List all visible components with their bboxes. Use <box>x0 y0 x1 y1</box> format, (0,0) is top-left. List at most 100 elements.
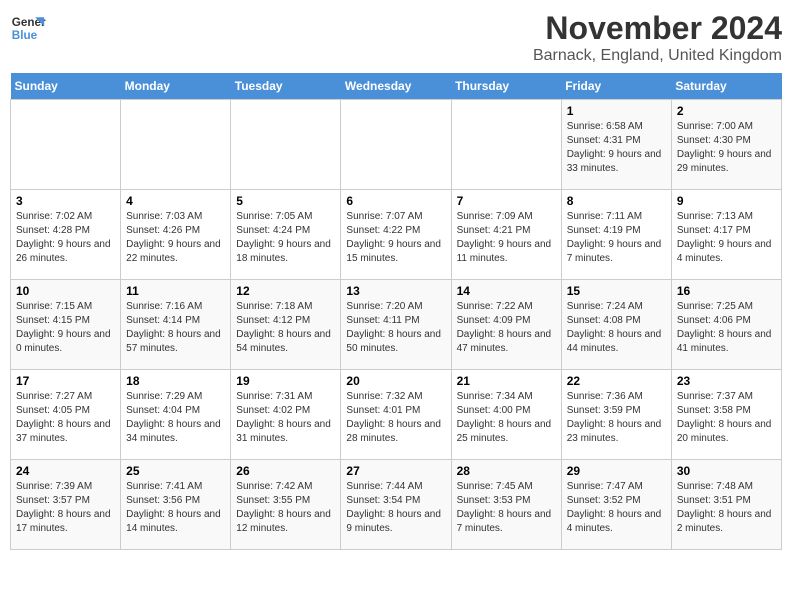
day-detail: Sunrise: 7:11 AM Sunset: 4:19 PM Dayligh… <box>567 210 666 266</box>
day-number: 30 <box>677 464 776 478</box>
title-area: November 2024 Barnack, England, United K… <box>533 10 782 65</box>
table-row: 30 Sunrise: 7:48 AM Sunset: 3:51 PM Dayli… <box>671 460 781 550</box>
calendar-week-3: 10 Sunrise: 7:15 AM Sunset: 4:15 PM Dayli… <box>11 280 782 370</box>
table-row <box>121 100 231 190</box>
day-detail: Sunrise: 7:05 AM Sunset: 4:24 PM Dayligh… <box>236 210 335 266</box>
table-row: 16 Sunrise: 7:25 AM Sunset: 4:06 PM Dayli… <box>671 280 781 370</box>
day-number: 19 <box>236 374 335 388</box>
header-wednesday: Wednesday <box>341 73 451 100</box>
table-row: 5 Sunrise: 7:05 AM Sunset: 4:24 PM Daylig… <box>231 190 341 280</box>
svg-text:Blue: Blue <box>12 29 38 42</box>
day-number: 3 <box>16 194 115 208</box>
day-detail: Sunrise: 7:07 AM Sunset: 4:22 PM Dayligh… <box>346 210 445 266</box>
day-number: 27 <box>346 464 445 478</box>
table-row: 27 Sunrise: 7:44 AM Sunset: 3:54 PM Dayli… <box>341 460 451 550</box>
table-row: 4Sunrise: 7:03 AM Sunset: 4:26 PM Daylig… <box>121 190 231 280</box>
day-number: 17 <box>16 374 115 388</box>
page-title: November 2024 <box>533 10 782 47</box>
table-row: 12 Sunrise: 7:18 AM Sunset: 4:12 PM Dayli… <box>231 280 341 370</box>
day-number: 12 <box>236 284 335 298</box>
table-row <box>231 100 341 190</box>
calendar-header-row: Sunday Monday Tuesday Wednesday Thursday… <box>11 73 782 100</box>
day-detail: Sunrise: 7:45 AM Sunset: 3:53 PM Dayligh… <box>457 480 556 536</box>
table-row: 11 Sunrise: 7:16 AM Sunset: 4:14 PM Dayli… <box>121 280 231 370</box>
table-row: 7Sunrise: 7:09 AM Sunset: 4:21 PM Daylig… <box>451 190 561 280</box>
day-number: 1 <box>567 104 666 118</box>
table-row: 21 Sunrise: 7:34 AM Sunset: 4:00 PM Dayli… <box>451 370 561 460</box>
day-number: 21 <box>457 374 556 388</box>
day-detail: Sunrise: 7:32 AM Sunset: 4:01 PM Dayligh… <box>346 390 445 446</box>
day-number: 16 <box>677 284 776 298</box>
day-number: 10 <box>16 284 115 298</box>
header-sunday: Sunday <box>11 73 121 100</box>
day-number: 13 <box>346 284 445 298</box>
calendar-week-2: 3 Sunrise: 7:02 AM Sunset: 4:28 PM Daylig… <box>11 190 782 280</box>
day-number: 24 <box>16 464 115 478</box>
header-monday: Monday <box>121 73 231 100</box>
table-row <box>11 100 121 190</box>
table-row: 17Sunrise: 7:27 AM Sunset: 4:05 PM Dayli… <box>11 370 121 460</box>
header: General Blue November 2024 Barnack, Engl… <box>10 10 782 65</box>
day-detail: Sunrise: 7:39 AM Sunset: 3:57 PM Dayligh… <box>16 480 115 536</box>
header-thursday: Thursday <box>451 73 561 100</box>
table-row: 24 Sunrise: 7:39 AM Sunset: 3:57 PM Dayli… <box>11 460 121 550</box>
calendar-week-5: 24 Sunrise: 7:39 AM Sunset: 3:57 PM Dayli… <box>11 460 782 550</box>
day-detail: Sunrise: 7:09 AM Sunset: 4:21 PM Dayligh… <box>457 210 556 266</box>
day-detail: Sunrise: 7:31 AM Sunset: 4:02 PM Dayligh… <box>236 390 335 446</box>
table-row: 23 Sunrise: 7:37 AM Sunset: 3:58 PM Dayli… <box>671 370 781 460</box>
day-detail: Sunrise: 6:58 AM Sunset: 4:31 PM Dayligh… <box>567 120 666 176</box>
day-detail: Sunrise: 7:03 AM Sunset: 4:26 PM Dayligh… <box>126 210 225 266</box>
day-number: 28 <box>457 464 556 478</box>
day-detail: Sunrise: 7:16 AM Sunset: 4:14 PM Dayligh… <box>126 300 225 356</box>
day-number: 6 <box>346 194 445 208</box>
logo: General Blue <box>10 10 46 46</box>
day-detail: Sunrise: 7:34 AM Sunset: 4:00 PM Dayligh… <box>457 390 556 446</box>
day-number: 23 <box>677 374 776 388</box>
day-number: 26 <box>236 464 335 478</box>
day-detail: Sunrise: 7:37 AM Sunset: 3:58 PM Dayligh… <box>677 390 776 446</box>
day-detail: Sunrise: 7:02 AM Sunset: 4:28 PM Dayligh… <box>16 210 115 266</box>
day-detail: Sunrise: 7:36 AM Sunset: 3:59 PM Dayligh… <box>567 390 666 446</box>
day-detail: Sunrise: 7:22 AM Sunset: 4:09 PM Dayligh… <box>457 300 556 356</box>
day-number: 9 <box>677 194 776 208</box>
header-friday: Friday <box>561 73 671 100</box>
day-detail: Sunrise: 7:00 AM Sunset: 4:30 PM Dayligh… <box>677 120 776 176</box>
calendar-week-1: 1 Sunrise: 6:58 AM Sunset: 4:31 PM Daylig… <box>11 100 782 190</box>
day-detail: Sunrise: 7:18 AM Sunset: 4:12 PM Dayligh… <box>236 300 335 356</box>
table-row: 19 Sunrise: 7:31 AM Sunset: 4:02 PM Dayli… <box>231 370 341 460</box>
table-row <box>341 100 451 190</box>
table-row: 20Sunrise: 7:32 AM Sunset: 4:01 PM Dayli… <box>341 370 451 460</box>
day-detail: Sunrise: 7:48 AM Sunset: 3:51 PM Dayligh… <box>677 480 776 536</box>
day-detail: Sunrise: 7:47 AM Sunset: 3:52 PM Dayligh… <box>567 480 666 536</box>
table-row: 28 Sunrise: 7:45 AM Sunset: 3:53 PM Dayli… <box>451 460 561 550</box>
day-detail: Sunrise: 7:20 AM Sunset: 4:11 PM Dayligh… <box>346 300 445 356</box>
day-detail: Sunrise: 7:24 AM Sunset: 4:08 PM Dayligh… <box>567 300 666 356</box>
table-row: 13 Sunrise: 7:20 AM Sunset: 4:11 PM Dayli… <box>341 280 451 370</box>
day-detail: Sunrise: 7:44 AM Sunset: 3:54 PM Dayligh… <box>346 480 445 536</box>
logo-icon: General Blue <box>10 10 46 46</box>
day-number: 22 <box>567 374 666 388</box>
table-row: 2Sunrise: 7:00 AM Sunset: 4:30 PM Daylig… <box>671 100 781 190</box>
day-detail: Sunrise: 7:25 AM Sunset: 4:06 PM Dayligh… <box>677 300 776 356</box>
day-detail: Sunrise: 7:15 AM Sunset: 4:15 PM Dayligh… <box>16 300 115 356</box>
day-number: 25 <box>126 464 225 478</box>
day-number: 15 <box>567 284 666 298</box>
calendar-table: Sunday Monday Tuesday Wednesday Thursday… <box>10 73 782 550</box>
table-row: 8 Sunrise: 7:11 AM Sunset: 4:19 PM Daylig… <box>561 190 671 280</box>
table-row: 25 Sunrise: 7:41 AM Sunset: 3:56 PM Dayli… <box>121 460 231 550</box>
day-number: 11 <box>126 284 225 298</box>
day-number: 14 <box>457 284 556 298</box>
day-number: 8 <box>567 194 666 208</box>
header-saturday: Saturday <box>671 73 781 100</box>
table-row: 3 Sunrise: 7:02 AM Sunset: 4:28 PM Daylig… <box>11 190 121 280</box>
table-row: 26Sunrise: 7:42 AM Sunset: 3:55 PM Dayli… <box>231 460 341 550</box>
page-subtitle: Barnack, England, United Kingdom <box>533 47 782 65</box>
day-number: 18 <box>126 374 225 388</box>
table-row: 1 Sunrise: 6:58 AM Sunset: 4:31 PM Daylig… <box>561 100 671 190</box>
day-detail: Sunrise: 7:41 AM Sunset: 3:56 PM Dayligh… <box>126 480 225 536</box>
calendar-week-4: 17Sunrise: 7:27 AM Sunset: 4:05 PM Dayli… <box>11 370 782 460</box>
table-row: 14 Sunrise: 7:22 AM Sunset: 4:09 PM Dayli… <box>451 280 561 370</box>
table-row: 29Sunrise: 7:47 AM Sunset: 3:52 PM Dayli… <box>561 460 671 550</box>
day-detail: Sunrise: 7:13 AM Sunset: 4:17 PM Dayligh… <box>677 210 776 266</box>
day-number: 5 <box>236 194 335 208</box>
